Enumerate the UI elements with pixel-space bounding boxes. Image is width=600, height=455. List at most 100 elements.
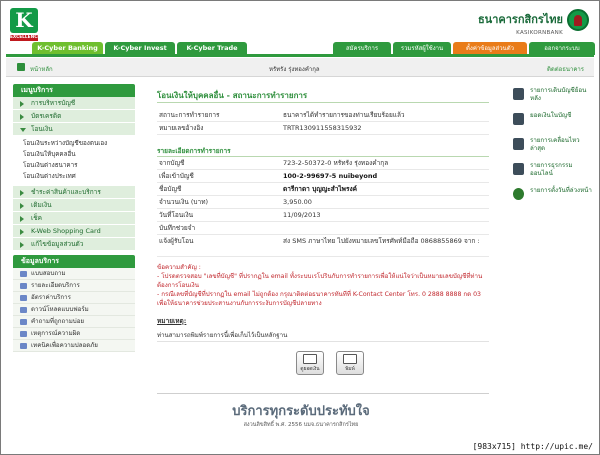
detail-row-from: จากบัญชี 723-2-50372-0 หรัทรัง รุ่งทองคำ… bbox=[157, 157, 489, 170]
detail-row-notify: แจ้งผู้รับโอน ส่ง SMS ภาษาไทย ไปยังหมายเ… bbox=[157, 235, 489, 257]
details-icon bbox=[20, 283, 27, 289]
bank-name-th: ธนาคารกสิกรไทย bbox=[477, 13, 563, 26]
footer-divider bbox=[157, 393, 489, 394]
row-value: 100-2-99697-5 nuibeyond bbox=[283, 172, 378, 180]
detail-section-title: รายละเอียดการทำรายการ bbox=[157, 145, 489, 157]
service-item-details[interactable]: รายละเอียดบริการ bbox=[13, 280, 135, 292]
detail-row-date: วันที่โอนเงิน 11/09/2013 bbox=[157, 209, 489, 222]
detail-row-account-name: ชื่อบัญชี ดารีกาดา บุญญะสำไพรงค์ bbox=[157, 183, 489, 196]
watermark: [983x715] http://upic.me/ bbox=[472, 442, 593, 451]
kbank-logo: K EXCELLENCE bbox=[10, 8, 41, 44]
schedule-icon bbox=[513, 188, 524, 200]
row-value: 11/09/2013 bbox=[283, 211, 321, 219]
detail-row-memo: บันทึกช่วยจำ bbox=[157, 222, 489, 235]
quick-link-scheduled[interactable]: รายการตั้งวันที่ล่วงหน้า bbox=[513, 187, 593, 212]
quick-link-statement-history[interactable]: รายการเดินบัญชีย้อนหลัง bbox=[513, 87, 593, 112]
quick-link-online-transactions[interactable]: รายการธุรกรรมออนไลน์ bbox=[513, 162, 593, 187]
main-content: โอนเงินให้บุคคลอื่น - สถานะการทำรายการ ส… bbox=[157, 89, 489, 375]
bank-name: ธนาคารกสิกรไทย KASIKORNBANK bbox=[478, 10, 563, 36]
sidebar: เมนูบริการ การบริหารบัญชี บัตรเครดิต โอน… bbox=[13, 84, 135, 352]
sidebar-item-cheque[interactable]: เช็ค bbox=[13, 212, 135, 225]
home-icon[interactable] bbox=[17, 63, 25, 71]
sidebar-sub-overseas[interactable]: โอนเงินต่างประเทศ bbox=[23, 171, 135, 182]
button-caption: ดูยอดเงิน bbox=[300, 367, 320, 372]
page-frame: K EXCELLENCE ธนาคารกสิกรไทย KASIKORNBANK… bbox=[0, 0, 600, 455]
button-caption: พิมพ์ bbox=[345, 367, 355, 372]
sidebar-item-credit-card[interactable]: บัตรเครดิต bbox=[13, 110, 135, 123]
logo-letter: K bbox=[10, 8, 38, 33]
home-link[interactable]: หน้าหลัก bbox=[30, 64, 53, 74]
sidebar-sub-other-bank[interactable]: โอนเงินต่างธนาคาร bbox=[23, 160, 135, 171]
row-label: บันทึกช่วยจำ bbox=[159, 224, 196, 232]
reference-row: หมายเลขอ้างอิง TRTR130911558315932 bbox=[157, 122, 489, 135]
service-item-fees[interactable]: อัตราค่าบริการ bbox=[13, 292, 135, 304]
row-value: ส่ง SMS ภาษาไทย ไปยังหมายเลขโทรศัพท์มือถ… bbox=[283, 237, 480, 245]
note-line-1: - โปรดตรวจสอบ "เลขที่บัญชี" ที่ปรากฏใน e… bbox=[157, 273, 483, 289]
row-value: ดารีกาดา บุญญะสำไพรงค์ bbox=[283, 185, 357, 193]
nav-divider bbox=[6, 54, 594, 57]
activity-icon bbox=[513, 138, 524, 150]
important-note: ข้อความสำคัญ : - โปรดตรวจสอบ "เลขที่บัญช… bbox=[157, 263, 489, 308]
bank-name-en: KASIKORNBANK bbox=[516, 30, 563, 36]
service-item-security-tips[interactable]: เทคนิคเพื่อความปลอดภัย bbox=[13, 340, 135, 352]
balance-icon bbox=[513, 113, 524, 125]
row-label: แจ้งผู้รับโอน bbox=[159, 237, 194, 245]
sub-bar: หน้าหลัก หรัทรัง รุ่งทองคำกุล ติดต่อธนาค… bbox=[6, 58, 594, 77]
service-item-download-forms[interactable]: ดาวน์โหลดแบบฟอร์ม bbox=[13, 304, 135, 316]
row-label: จากบัญชี bbox=[159, 159, 185, 167]
online-transaction-icon bbox=[513, 163, 524, 175]
service-item-survey[interactable]: แบบสอบถาม bbox=[13, 268, 135, 280]
sidebar-item-account-management[interactable]: การบริหารบัญชี bbox=[13, 97, 135, 110]
detail-row-amount: จำนวนเงิน (บาท) 3,950.00 bbox=[157, 196, 489, 209]
note-line-2: - กรณีเลขที่บัญชีที่ปรากฏใน email ไม่ถูก… bbox=[157, 291, 481, 307]
service-item-incidents[interactable]: เหตุการณ์ความผิด bbox=[13, 328, 135, 340]
row-value: ธนาคารได้ทำรายการของท่านเรียบร้อยแล้ว bbox=[283, 111, 405, 119]
quick-links-panel: รายการเดินบัญชีย้อนหลัง ยอดเงินในบัญชี ร… bbox=[513, 87, 593, 212]
print-button[interactable]: พิมพ์ bbox=[336, 351, 364, 375]
service-item-faq[interactable]: คำถามที่ถูกถามบ่อย bbox=[13, 316, 135, 328]
footer-slogan: บริการทุกระดับประทับใจ bbox=[232, 404, 370, 419]
sidebar-item-k-web-shopping-card[interactable]: K-Web Shopping Card bbox=[13, 225, 135, 238]
sidebar-item-transfer[interactable]: โอนเงิน bbox=[13, 123, 135, 136]
row-label: วันที่โอนเงิน bbox=[159, 211, 194, 219]
incident-icon bbox=[20, 331, 27, 337]
row-value: 723-2-50372-0 หรัทรัง รุ่งทองคำกุล bbox=[283, 159, 389, 167]
printer-icon bbox=[343, 354, 357, 364]
view-balance-button[interactable]: ดูยอดเงิน bbox=[296, 351, 324, 375]
contact-bank-link[interactable]: ติดต่อธนาคาร bbox=[547, 64, 584, 74]
bank-emblem-icon bbox=[567, 9, 589, 31]
row-value: 3,950.00 bbox=[283, 198, 312, 206]
quick-link-balance[interactable]: ยอดเงินในบัญชี bbox=[513, 112, 593, 137]
sidebar-service-title: ข้อมูลบริการ bbox=[13, 255, 135, 268]
footer-copyright: สงวนลิขสิทธิ์ พ.ศ. 2556 บมจ.ธนาคารกสิกรไ… bbox=[243, 422, 359, 428]
row-label: สถานะการทำรายการ bbox=[159, 111, 220, 119]
survey-icon bbox=[20, 271, 27, 277]
faq-icon bbox=[20, 319, 27, 325]
row-label: เพื่อเข้าบัญชี bbox=[159, 172, 194, 180]
sidebar-item-edit-profile[interactable]: แก้ไขข้อมูลส่วนตัว bbox=[13, 238, 135, 251]
download-icon bbox=[20, 307, 27, 313]
sidebar-item-bill-payment[interactable]: ชำระค่าสินค้าและบริการ bbox=[13, 186, 135, 199]
balance-icon bbox=[303, 354, 317, 364]
sidebar-menu-title: เมนูบริการ bbox=[13, 84, 135, 97]
remark-heading: หมายเหตุ: bbox=[157, 317, 187, 325]
remark-text: ท่านสามารถพิมพ์รายการนี้เพื่อเก็บไว้เป็น… bbox=[157, 330, 489, 342]
note-heading: ข้อความสำคัญ : bbox=[157, 264, 201, 271]
statement-icon bbox=[513, 88, 524, 100]
logo-tag: EXCELLENCE bbox=[10, 35, 41, 41]
quick-link-recent-activity[interactable]: รายการเคลื่อนไหวล่าสุด bbox=[513, 137, 593, 162]
user-name: หรัทรัง รุ่งทองคำกุล bbox=[269, 66, 320, 73]
row-label: ชื่อบัญชี bbox=[159, 185, 182, 193]
sidebar-sub-other-person[interactable]: โอนเงินให้บุคคลอื่น bbox=[23, 149, 135, 160]
row-label: จำนวนเงิน (บาท) bbox=[159, 198, 209, 206]
sidebar-transfer-submenu: โอนเงินระหว่างบัญชีของตนเอง โอนเงินให้บุ… bbox=[13, 136, 135, 186]
fees-icon bbox=[20, 295, 27, 301]
page-title: โอนเงินให้บุคคลอื่น - สถานะการทำรายการ bbox=[157, 89, 489, 103]
row-value: TRTR130911558315932 bbox=[283, 124, 362, 132]
status-row: สถานะการทำรายการ ธนาคารได้ทำรายการของท่า… bbox=[157, 109, 489, 122]
sidebar-item-topup[interactable]: เติมเงิน bbox=[13, 199, 135, 212]
sidebar-sub-own-account[interactable]: โอนเงินระหว่างบัญชีของตนเอง bbox=[23, 138, 135, 149]
row-label: หมายเลขอ้างอิง bbox=[159, 124, 204, 132]
detail-row-to: เพื่อเข้าบัญชี 100-2-99697-5 nuibeyond bbox=[157, 170, 489, 183]
security-icon bbox=[20, 343, 27, 349]
